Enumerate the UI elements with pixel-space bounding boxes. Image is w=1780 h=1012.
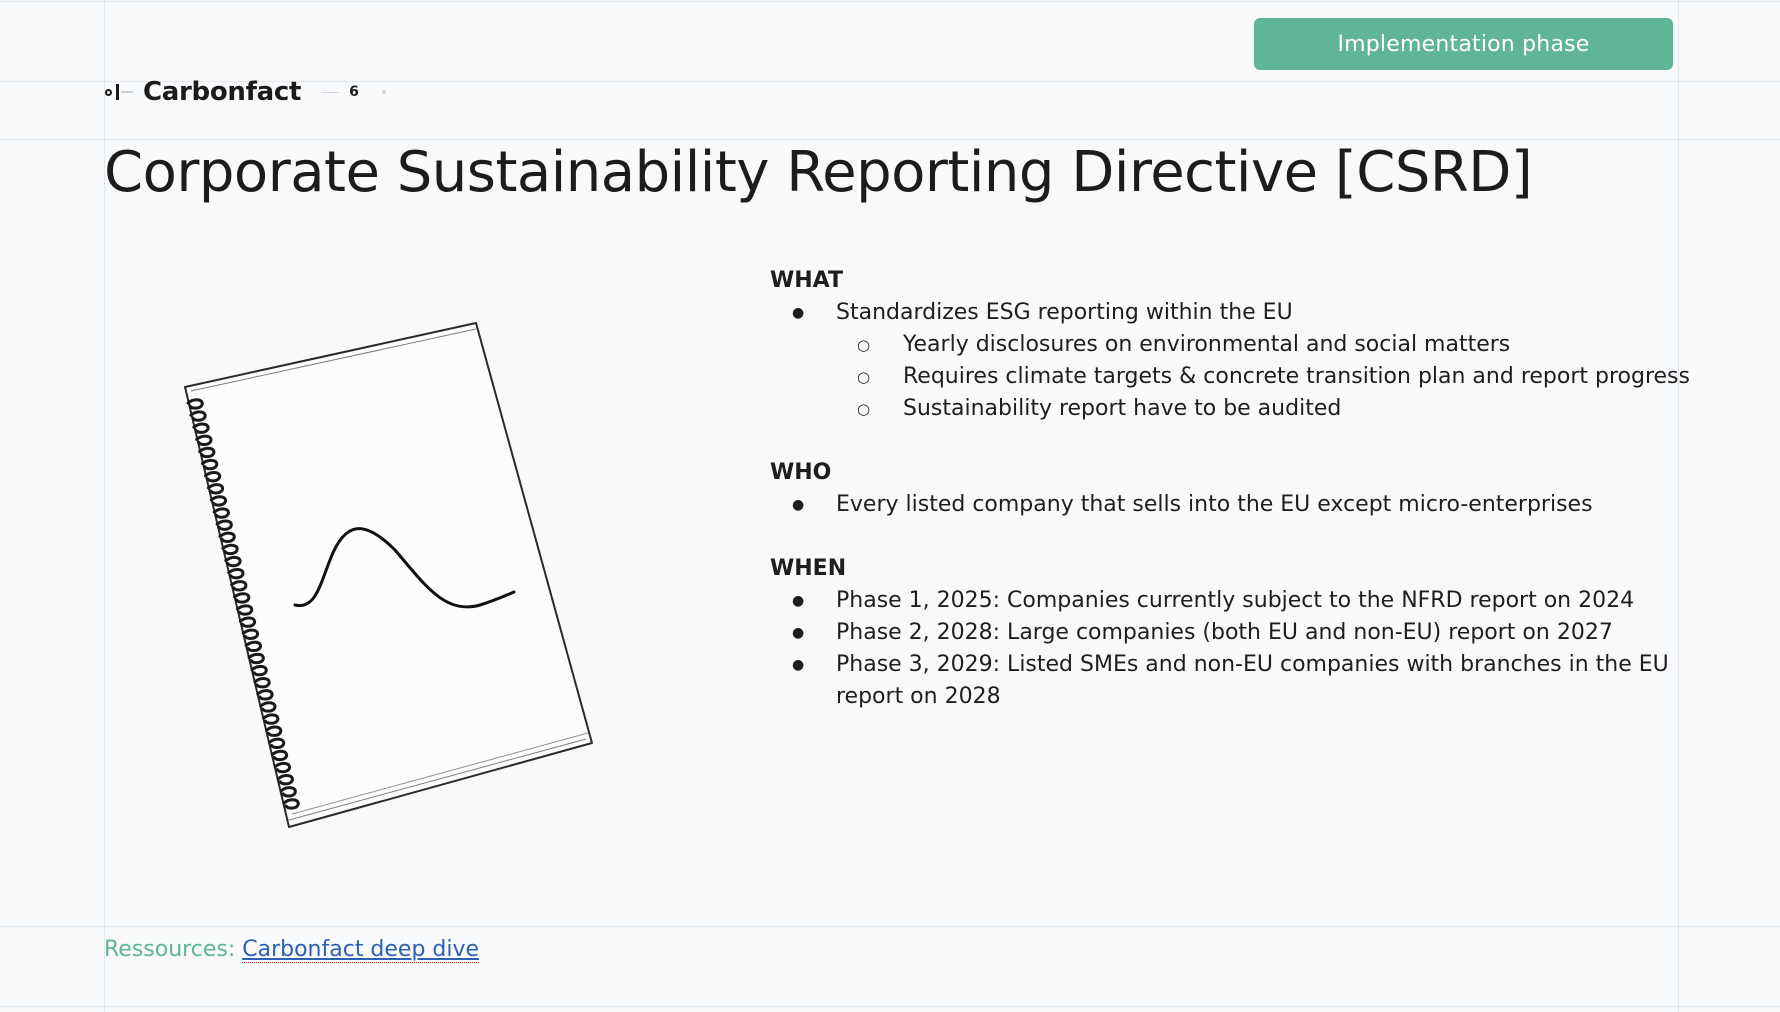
list-item: Requires climate targets & concrete tran…	[770, 361, 1690, 393]
list-item: Sustainability report have to be audited	[770, 393, 1690, 425]
guide-line	[0, 1, 1780, 2]
list-item: Phase 3, 2029: Listed SMEs and non-EU co…	[770, 649, 1690, 713]
when-section: WHEN Phase 1, 2025: Companies currently …	[770, 553, 1690, 713]
list-item: Standardizes ESG reporting within the EU	[770, 297, 1690, 329]
notebook-sketch-icon	[184, 322, 593, 828]
carbonfact-logo-icon	[105, 84, 133, 100]
list-item: Phase 2, 2028: Large companies (both EU …	[770, 617, 1690, 649]
slide-number: 6	[349, 84, 359, 100]
divider	[321, 91, 340, 93]
brand-logo: Carbonfact 6	[105, 77, 386, 107]
guide-line	[0, 926, 1780, 927]
who-section: WHO Every listed company that sells into…	[770, 457, 1690, 521]
brand-name: Carbonfact	[143, 77, 302, 107]
resources-link[interactable]: Carbonfact deep dive	[242, 937, 480, 963]
list-item: Phase 1, 2025: Companies currently subje…	[770, 585, 1690, 617]
what-section: WHAT Standardizes ESG reporting within t…	[770, 265, 1690, 425]
implementation-phase-button[interactable]: Implementation phase	[1254, 18, 1673, 70]
list-item: Yearly disclosures on environmental and …	[770, 329, 1690, 361]
list-item: Every listed company that sells into the…	[770, 489, 1690, 521]
page-title: Corporate Sustainability Reporting Direc…	[104, 140, 1533, 205]
resources-footer: Ressources: Carbonfact deep dive	[104, 937, 480, 963]
content-panel: WHAT Standardizes ESG reporting within t…	[770, 265, 1690, 745]
section-heading: WHAT	[770, 268, 844, 293]
section-heading: WHEN	[770, 556, 847, 581]
resources-label: Ressources:	[104, 937, 243, 962]
guide-line	[0, 1006, 1780, 1007]
section-heading: WHO	[770, 460, 832, 485]
divider-dot	[381, 90, 386, 94]
